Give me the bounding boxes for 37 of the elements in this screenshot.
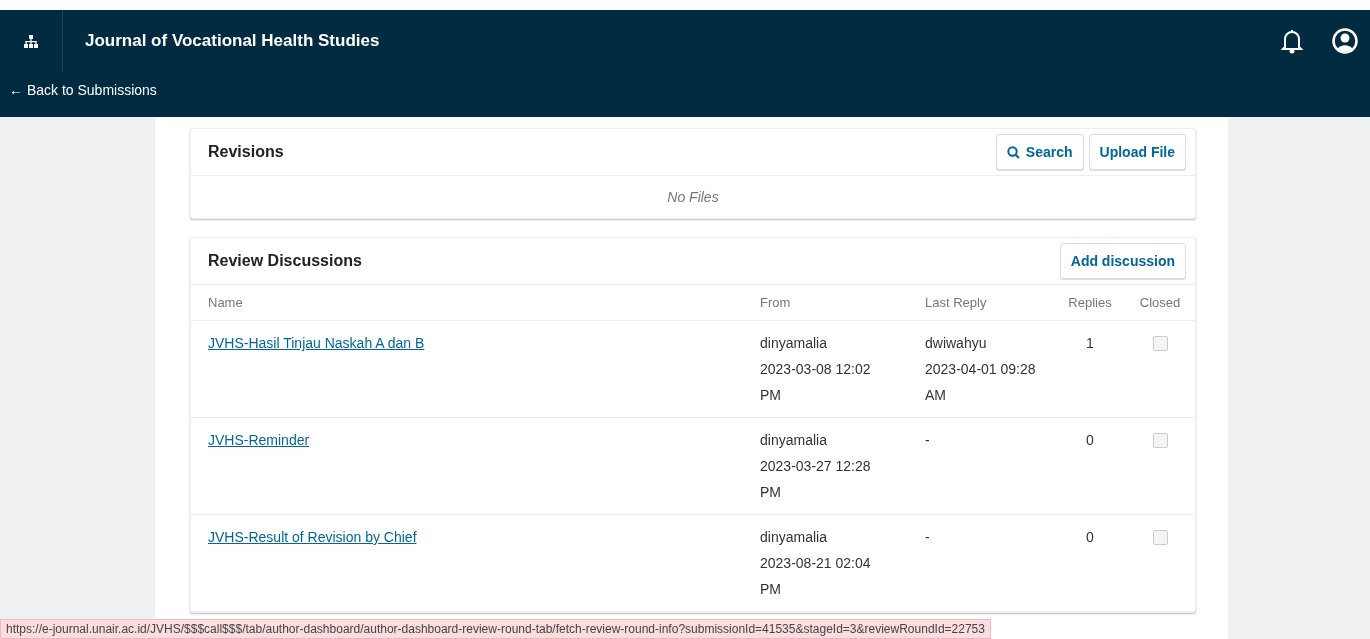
table-cell-text: 2023-04-01 09:28 AM <box>925 360 1037 405</box>
panel-title: Review Discussions <box>208 252 362 270</box>
discussion-link[interactable]: JVHS-Result of Revision by Chief <box>208 529 417 545</box>
column-header: Name <box>191 285 760 321</box>
table-cell-text: dinyamalia <box>760 431 828 450</box>
search-button[interactable]: Search <box>995 134 1084 170</box>
column-header: Closed <box>1125 285 1195 321</box>
column-header: Last Reply <box>925 285 1055 321</box>
table-cell: 0 <box>1086 432 1094 448</box>
empty-message: No Files <box>666 188 720 207</box>
table-cell-text: dinyamalia <box>760 334 828 353</box>
closed-checkbox[interactable] <box>1152 530 1168 545</box>
user-avatar-icon[interactable] <box>1332 28 1358 54</box>
discussion-link[interactable]: JVHS-Hasil Tinjau Naskah A dan B <box>208 335 425 351</box>
journal-title: Journal of Vocational Health Studies <box>85 31 381 51</box>
status-bar-url: https://e-journal.unair.ac.id/JVHS/$$$call$$$/tab/author-dashboard/author-dashboard-review-round-tab/fetch-review-round-info?submissionId=41535&stageId=3&reviewRoundId=22753 <box>0 619 991 639</box>
discussion-link[interactable]: JVHS-Reminder <box>208 432 310 448</box>
table-cell-text: dinyamalia <box>760 528 828 547</box>
table-cell: 0 <box>1086 529 1094 545</box>
panel-title: Revisions <box>208 143 284 161</box>
table-cell: 1 <box>1086 335 1094 351</box>
table-cell-text: 2023-03-08 12:02 PM <box>760 360 872 405</box>
table-cell-text: 2023-03-27 12:28 PM <box>760 457 872 502</box>
search-icon <box>1006 145 1020 159</box>
closed-checkbox[interactable] <box>1152 433 1168 448</box>
back-to-submissions-link[interactable]: ← Back to Submissions <box>9 82 157 98</box>
column-header: From <box>760 285 925 321</box>
column-header: Replies <box>1055 285 1125 321</box>
table-cell-text: dwiwahyu <box>925 334 988 353</box>
closed-checkbox[interactable] <box>1152 336 1168 351</box>
sitemap-icon <box>24 34 38 48</box>
table-cell-text: 2023-08-21 02:04 PM <box>760 554 872 599</box>
table-cell-text: - <box>925 528 931 547</box>
notification-bell-icon[interactable] <box>1280 28 1304 54</box>
table-cell-text: - <box>925 431 931 450</box>
upload-file-button[interactable]: Upload File <box>1088 134 1186 170</box>
add-discussion-button[interactable]: Add discussion <box>1059 243 1186 279</box>
